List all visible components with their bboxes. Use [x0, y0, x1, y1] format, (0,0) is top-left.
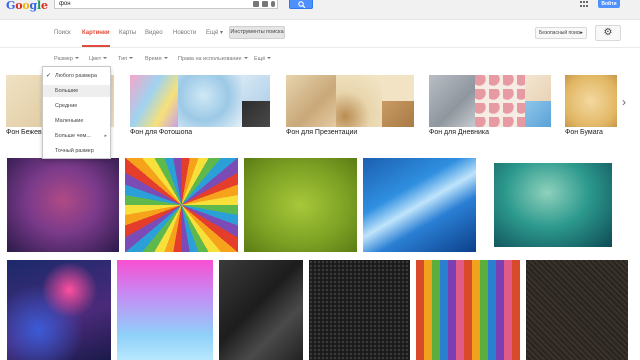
menu-item-label: Любого размера: [55, 73, 97, 79]
thumbnail-image: [336, 75, 382, 127]
related-thumbnails: [286, 75, 414, 127]
filter-color[interactable]: Цвет: [89, 55, 108, 63]
microphone-icon[interactable]: [271, 1, 275, 7]
related-label: Фон Бумага: [565, 129, 603, 136]
chevron-down-icon: [129, 57, 134, 59]
filter-more[interactable]: Ещё: [254, 55, 272, 63]
filter-size[interactable]: Размер: [54, 55, 79, 63]
safesearch-dropdown[interactable]: Безопасный поиск: [535, 27, 587, 39]
chevron-down-icon: [163, 57, 168, 59]
related-thumbnails: [565, 75, 617, 127]
logo-letter: g: [29, 0, 37, 12]
tab-video[interactable]: Видео: [145, 29, 163, 37]
search-input[interactable]: [55, 0, 245, 8]
image-result[interactable]: [125, 158, 238, 252]
camera-icon[interactable]: [253, 1, 259, 7]
image-result[interactable]: [309, 260, 410, 360]
tab-more[interactable]: Ещё ▾: [206, 29, 223, 37]
image-result[interactable]: [7, 260, 111, 360]
filter-color-label: Цвет: [89, 56, 102, 62]
thumbnail-image: [525, 75, 551, 127]
thumbnail-image: [178, 75, 242, 127]
image-result[interactable]: [244, 158, 357, 252]
top-bar: Google Войти: [0, 0, 640, 20]
image-result[interactable]: [219, 260, 303, 360]
chevron-right-icon[interactable]: ›: [622, 96, 626, 108]
filter-rights[interactable]: Права на использование: [178, 55, 248, 63]
tab-search[interactable]: Поиск: [54, 29, 71, 37]
search-button[interactable]: [289, 0, 313, 9]
search-box-icons: [253, 1, 275, 7]
chevron-down-icon: [579, 32, 583, 34]
chevron-right-icon: ▸: [104, 133, 107, 139]
image-result[interactable]: [117, 260, 213, 360]
related-card[interactable]: Фон для Фотошопа: [130, 72, 270, 142]
menu-item-larger-than[interactable]: Больше чем... ▸: [43, 130, 110, 142]
keyboard-icon[interactable]: [262, 1, 268, 7]
settings-button[interactable]: ⚙: [595, 25, 621, 41]
menu-item-exact-size[interactable]: Точный размер: [43, 145, 110, 157]
image-result[interactable]: [363, 158, 476, 252]
filter-more-label: Ещё: [254, 56, 266, 62]
filter-size-label: Размер: [54, 56, 73, 62]
gear-icon: ⚙: [603, 27, 613, 38]
google-logo[interactable]: Google: [6, 0, 48, 12]
apps-grid-icon[interactable]: [580, 1, 588, 8]
chevron-down-icon: [74, 57, 79, 59]
menu-item-label: Маленькие: [55, 118, 84, 124]
filter-type-label: Тип: [118, 56, 128, 62]
chevron-down-icon: [243, 57, 248, 59]
menu-item-label: Средние: [55, 103, 78, 109]
image-result[interactable]: [526, 260, 628, 360]
search-icon: [298, 1, 306, 8]
filter-type[interactable]: Тип: [118, 55, 134, 63]
chevron-down-icon: [103, 57, 108, 59]
thumbnail-image: [429, 75, 475, 127]
thumbnail-image: [382, 75, 414, 127]
thumbnail-image: [130, 75, 178, 127]
tab-news[interactable]: Новости: [173, 29, 196, 37]
thumbnail-image: [565, 75, 617, 127]
search-tools-button[interactable]: Инструменты поиска: [229, 26, 285, 39]
related-card[interactable]: Фон для Презентации: [286, 72, 414, 142]
thumbnail-image: [286, 75, 336, 127]
filter-time-label: Время: [145, 56, 162, 62]
search-box[interactable]: [54, 0, 278, 9]
filter-rights-label: Права на использование: [178, 56, 242, 62]
menu-item-label: Точный размер: [55, 148, 94, 154]
image-result[interactable]: [416, 260, 520, 360]
check-icon: ✓: [46, 73, 52, 79]
chevron-down-icon: [267, 57, 272, 59]
related-label: Фон для Фотошопа: [130, 129, 193, 136]
menu-item-label: Большие: [55, 88, 79, 94]
logo-letter: G: [6, 0, 16, 12]
signin-button[interactable]: Войти: [598, 0, 620, 8]
menu-item-small[interactable]: Маленькие: [43, 115, 110, 127]
menu-item-medium[interactable]: Средние: [43, 100, 110, 112]
related-card[interactable]: Фон Бумага: [565, 72, 617, 142]
related-thumbnails: [429, 75, 551, 127]
menu-item-large[interactable]: Большие: [43, 85, 110, 97]
size-filter-menu: ✓ Любого размера Большие Средние Маленьк…: [42, 66, 111, 159]
tab-maps[interactable]: Карты: [119, 29, 136, 37]
related-label: Фон для Презентации: [286, 129, 358, 136]
related-card[interactable]: Фон для Дневника: [429, 72, 551, 142]
thumbnail-image: [242, 75, 270, 127]
thumbnail-image: [475, 75, 525, 127]
image-results-grid: [0, 150, 640, 360]
tab-images[interactable]: Картинки: [82, 29, 110, 47]
menu-item-any-size[interactable]: ✓ Любого размера: [43, 70, 110, 82]
menu-item-label: Больше чем...: [55, 133, 91, 139]
image-result[interactable]: [494, 163, 612, 247]
safesearch-label: Безопасный поиск: [539, 30, 582, 36]
related-label: Фон для Дневника: [429, 129, 490, 136]
logo-letter: e: [40, 0, 48, 12]
filter-time[interactable]: Время: [145, 55, 168, 63]
related-thumbnails: [130, 75, 270, 127]
image-result[interactable]: [7, 158, 119, 252]
